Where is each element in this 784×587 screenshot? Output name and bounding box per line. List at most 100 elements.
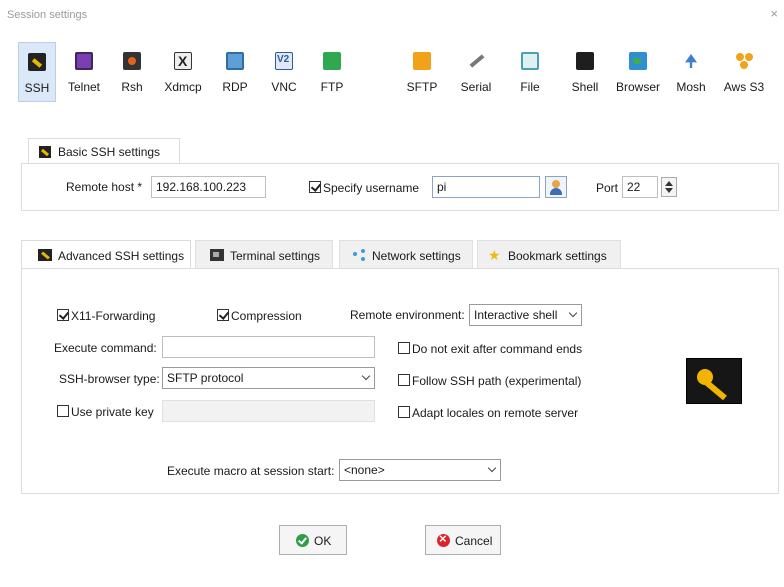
tab-bookmark-settings[interactable]: ★ Bookmark settings bbox=[477, 240, 621, 268]
protocol-label: Serial bbox=[460, 80, 492, 94]
protocol-serial[interactable]: Serial bbox=[454, 42, 498, 102]
ok-icon bbox=[296, 534, 309, 547]
protocol-rdp[interactable]: RDP bbox=[215, 42, 255, 102]
remote-environment-value: Interactive shell bbox=[474, 308, 558, 322]
tab-advanced-ssh-settings[interactable]: Advanced SSH settings bbox=[21, 240, 191, 270]
execute-macro-label: Execute macro at session start: bbox=[167, 464, 335, 478]
execute-macro-value: <none> bbox=[344, 463, 385, 477]
x11-forwarding-checkbox[interactable] bbox=[57, 309, 69, 321]
ssh-browser-type-label: SSH-browser type: bbox=[59, 372, 160, 386]
rdp-icon bbox=[226, 52, 244, 70]
network-icon bbox=[352, 249, 366, 261]
user-icon[interactable] bbox=[545, 176, 567, 198]
protocol-label: Shell bbox=[571, 80, 599, 94]
remote-host-label: Remote host * bbox=[66, 180, 143, 194]
do-not-exit-checkbox[interactable] bbox=[398, 342, 410, 354]
serial-icon bbox=[467, 52, 485, 70]
protocol-mosh[interactable]: Mosh bbox=[672, 42, 710, 102]
protocol-browser[interactable]: Browser bbox=[612, 42, 664, 102]
tab-network-settings[interactable]: Network settings bbox=[339, 240, 473, 268]
protocol-telnet[interactable]: Telnet bbox=[62, 42, 106, 102]
port-label: Port bbox=[596, 181, 619, 195]
key-icon bbox=[38, 249, 52, 261]
tab-label: Bookmark settings bbox=[508, 249, 607, 263]
protocol-label: Browser bbox=[615, 80, 660, 94]
aws-s3-icon bbox=[735, 52, 753, 70]
private-key-input[interactable] bbox=[162, 400, 375, 422]
compression-label: Compression bbox=[231, 309, 302, 323]
ok-button[interactable]: OK bbox=[279, 525, 347, 555]
specify-username-checkbox[interactable] bbox=[309, 181, 321, 193]
sftp-icon bbox=[413, 52, 431, 70]
file-icon bbox=[521, 52, 539, 70]
remote-environment-select[interactable]: Interactive shell bbox=[469, 304, 582, 326]
star-icon: ★ bbox=[488, 247, 501, 263]
cancel-button[interactable]: Cancel bbox=[425, 525, 501, 555]
protocol-aws-s3[interactable]: Aws S3 bbox=[718, 42, 770, 102]
chevron-down-icon bbox=[487, 463, 497, 473]
protocol-label: VNC bbox=[271, 80, 297, 94]
protocol-label: File bbox=[520, 80, 540, 94]
close-icon[interactable]: × bbox=[770, 6, 778, 21]
shell-icon bbox=[576, 52, 594, 70]
ssh-icon bbox=[28, 53, 46, 71]
protocol-label: Aws S3 bbox=[723, 80, 765, 94]
browser-icon bbox=[629, 52, 647, 70]
protocol-label: SSH bbox=[24, 81, 50, 95]
use-private-key-label: Use private key bbox=[71, 405, 154, 419]
protocol-rsh[interactable]: Rsh bbox=[114, 42, 150, 102]
tab-label: Basic SSH settings bbox=[58, 145, 161, 159]
use-private-key-checkbox[interactable] bbox=[57, 405, 69, 417]
cancel-icon bbox=[437, 531, 450, 547]
vnc-icon bbox=[275, 52, 293, 70]
port-input[interactable]: 22 bbox=[622, 176, 658, 198]
mosh-icon bbox=[682, 52, 700, 70]
spinner-down-icon[interactable] bbox=[665, 188, 673, 193]
protocol-label: Xdmcp bbox=[164, 80, 202, 94]
x11-forwarding-label: X11-Forwarding bbox=[71, 309, 156, 323]
execute-command-input[interactable] bbox=[162, 336, 375, 358]
rsh-icon bbox=[123, 52, 141, 70]
ssh-browser-type-value: SFTP protocol bbox=[167, 371, 244, 385]
protocol-label: RDP bbox=[222, 80, 248, 94]
protocol-shell[interactable]: Shell bbox=[566, 42, 604, 102]
protocol-sftp[interactable]: SFTP bbox=[401, 42, 443, 102]
ok-button-label: OK bbox=[314, 534, 332, 548]
chevron-down-icon bbox=[568, 308, 578, 318]
specify-username-label: Specify username bbox=[323, 181, 420, 195]
title-bar: Session settings × bbox=[0, 0, 784, 28]
protocol-xdmcp[interactable]: Xdmcp bbox=[158, 42, 208, 102]
key-icon bbox=[39, 146, 51, 158]
tab-basic-ssh-settings[interactable]: Basic SSH settings bbox=[28, 138, 180, 164]
adapt-locales-label: Adapt locales on remote server bbox=[412, 406, 579, 420]
protocol-ftp[interactable]: FTP bbox=[314, 42, 350, 102]
execute-macro-select[interactable]: <none> bbox=[339, 459, 501, 481]
remote-environment-label: Remote environment: bbox=[350, 308, 465, 322]
tab-label: Advanced SSH settings bbox=[58, 249, 185, 263]
tab-terminal-settings[interactable]: Terminal settings bbox=[195, 240, 333, 268]
protocol-label: FTP bbox=[320, 80, 344, 94]
port-spinner[interactable] bbox=[661, 177, 677, 197]
spinner-up-icon[interactable] bbox=[665, 181, 673, 186]
compression-checkbox[interactable] bbox=[217, 309, 229, 321]
protocol-label: Mosh bbox=[676, 80, 706, 94]
tab-label: Terminal settings bbox=[230, 249, 321, 263]
ssh-key-icon bbox=[686, 358, 742, 404]
remote-host-input[interactable]: 192.168.100.223 bbox=[151, 176, 266, 198]
xdmcp-icon bbox=[174, 52, 192, 70]
settings-tab-strip: Advanced SSH settings Terminal settings … bbox=[21, 240, 779, 270]
username-input[interactable]: pi bbox=[432, 176, 540, 198]
adapt-locales-checkbox[interactable] bbox=[398, 406, 410, 418]
cancel-button-label: Cancel bbox=[455, 534, 493, 548]
execute-command-label: Execute command: bbox=[54, 341, 157, 355]
follow-ssh-path-label: Follow SSH path (experimental) bbox=[412, 374, 582, 388]
terminal-icon bbox=[210, 249, 224, 261]
protocol-vnc[interactable]: VNC bbox=[264, 42, 304, 102]
protocol-label: Telnet bbox=[67, 80, 101, 94]
protocol-file[interactable]: File bbox=[513, 42, 547, 102]
ssh-browser-type-select[interactable]: SFTP protocol bbox=[162, 367, 375, 389]
ftp-icon bbox=[323, 52, 341, 70]
protocol-ssh[interactable]: SSH bbox=[18, 42, 56, 102]
telnet-icon bbox=[75, 52, 93, 70]
follow-ssh-path-checkbox[interactable] bbox=[398, 374, 410, 386]
